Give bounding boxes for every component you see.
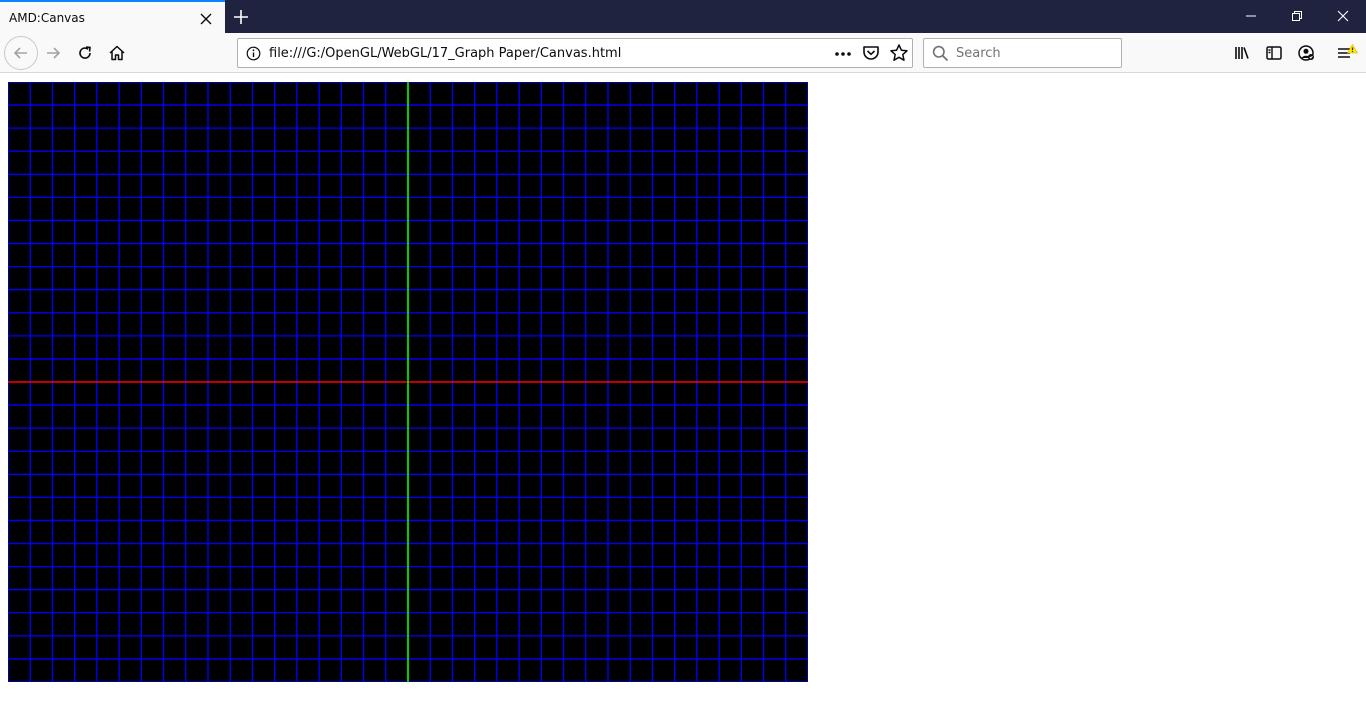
arrow-right-icon [47,47,61,59]
hamburger-menu-icon [1338,43,1358,58]
home-icon [109,45,125,61]
url-bar[interactable]: file:///G:/OpenGL/WebGL/17_Graph Paper/C… [237,38,913,68]
home-button[interactable] [101,37,133,69]
nav-toolbar: file:///G:/OpenGL/WebGL/17_Graph Paper/C… [0,33,1366,73]
search-icon [932,45,949,66]
tab-title: AMD:Canvas [9,11,85,25]
star-icon[interactable] [889,43,909,63]
pocket-icon[interactable] [861,43,881,63]
sidebar-button[interactable] [1258,37,1290,69]
title-bar: AMD:Canvas [0,0,1366,33]
library-icon [1235,47,1249,59]
account-icon [1298,45,1314,61]
tab-active[interactable]: AMD:Canvas [0,0,225,33]
close-icon [1337,10,1349,22]
forward-button[interactable] [37,37,69,69]
info-icon[interactable] [246,46,261,65]
window-close-button[interactable] [1320,0,1366,33]
account-button[interactable] [1290,37,1322,69]
close-icon[interactable] [199,11,213,25]
reload-button[interactable] [69,37,101,69]
back-button[interactable] [4,36,38,70]
graph-paper [7,81,809,683]
sidebar-icon [1266,46,1282,60]
restore-button[interactable] [1274,0,1320,33]
menu-button[interactable] [1331,37,1363,69]
search-bar[interactable] [923,38,1122,68]
webgl-canvas[interactable] [7,81,809,683]
plus-icon [234,10,248,24]
ellipsis-icon[interactable] [833,44,853,64]
minimize-button[interactable] [1228,0,1274,33]
reload-icon [79,46,91,59]
url-text[interactable]: file:///G:/OpenGL/WebGL/17_Graph Paper/C… [269,46,621,61]
restore-icon [1292,11,1302,21]
new-tab-button[interactable] [231,7,251,27]
library-button[interactable] [1226,37,1258,69]
arrow-left-icon [13,47,27,59]
search-input[interactable] [956,44,1116,62]
minimize-icon [1246,15,1256,17]
